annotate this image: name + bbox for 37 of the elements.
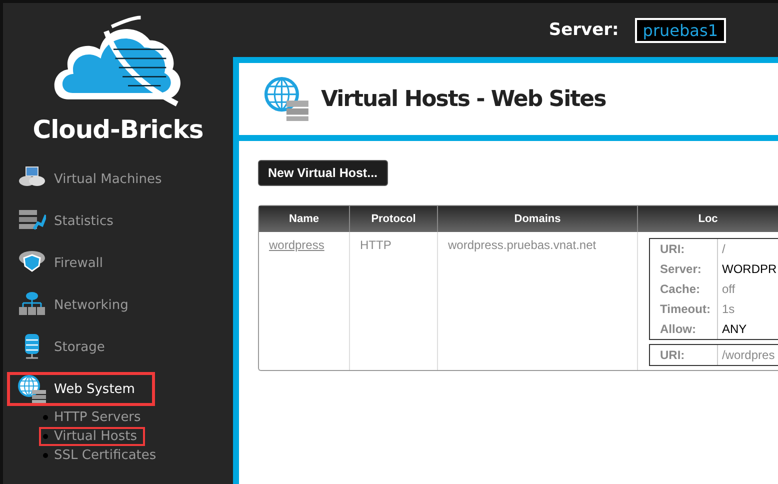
- bullet-icon: [43, 453, 48, 458]
- server-label: Server:: [548, 20, 619, 40]
- column-header: Domains: [437, 206, 637, 232]
- sidebar-item[interactable]: Statistics: [7, 204, 124, 238]
- field-label: Cache:: [650, 279, 718, 299]
- field-value: WORDPR: [721, 261, 778, 278]
- submenu-item[interactable]: Virtual Hosts: [39, 427, 145, 446]
- bullet-icon: [43, 415, 48, 420]
- sidebar-item[interactable]: Virtual Machines: [7, 162, 173, 196]
- submenu-item[interactable]: HTTP Servers: [39, 408, 149, 427]
- field-label: Allow:: [650, 319, 718, 339]
- logo-text: Cloud-Bricks: [32, 115, 204, 144]
- page-title: Virtual Hosts - Web Sites: [321, 86, 606, 112]
- sidebar-item[interactable]: Web System: [7, 372, 155, 406]
- column-header: Name: [259, 206, 349, 232]
- menu-item-icon: [18, 375, 46, 403]
- sidebar-item[interactable]: Storage: [7, 330, 116, 364]
- submenu-item[interactable]: SSL Certificates: [39, 446, 164, 465]
- bullet-icon: [43, 434, 48, 439]
- domain-text: wordpress.pruebas.vnat.net: [448, 238, 596, 252]
- field-value: /wordpres: [721, 347, 776, 364]
- column-header: Loc: [637, 206, 778, 232]
- field-label: URI:: [650, 239, 718, 259]
- sidebar-item[interactable]: Firewall: [7, 246, 114, 280]
- field-value: off: [721, 281, 736, 298]
- field-value: /: [721, 241, 726, 258]
- sidebar-item[interactable]: Networking: [7, 288, 140, 322]
- field-value: ANY: [721, 321, 748, 338]
- vhost-link[interactable]: wordpress: [269, 238, 324, 252]
- field-label: URI:: [650, 345, 718, 365]
- field-value: 1s: [721, 301, 736, 318]
- protocol-text: HTTP: [360, 238, 392, 252]
- server-selector[interactable]: pruebas1: [634, 18, 726, 42]
- new-virtual-host-button[interactable]: New Virtual Host...: [258, 160, 388, 186]
- column-header: Protocol: [349, 206, 437, 232]
- field-label: Server:: [650, 259, 718, 279]
- field-label: Timeout:: [650, 299, 718, 319]
